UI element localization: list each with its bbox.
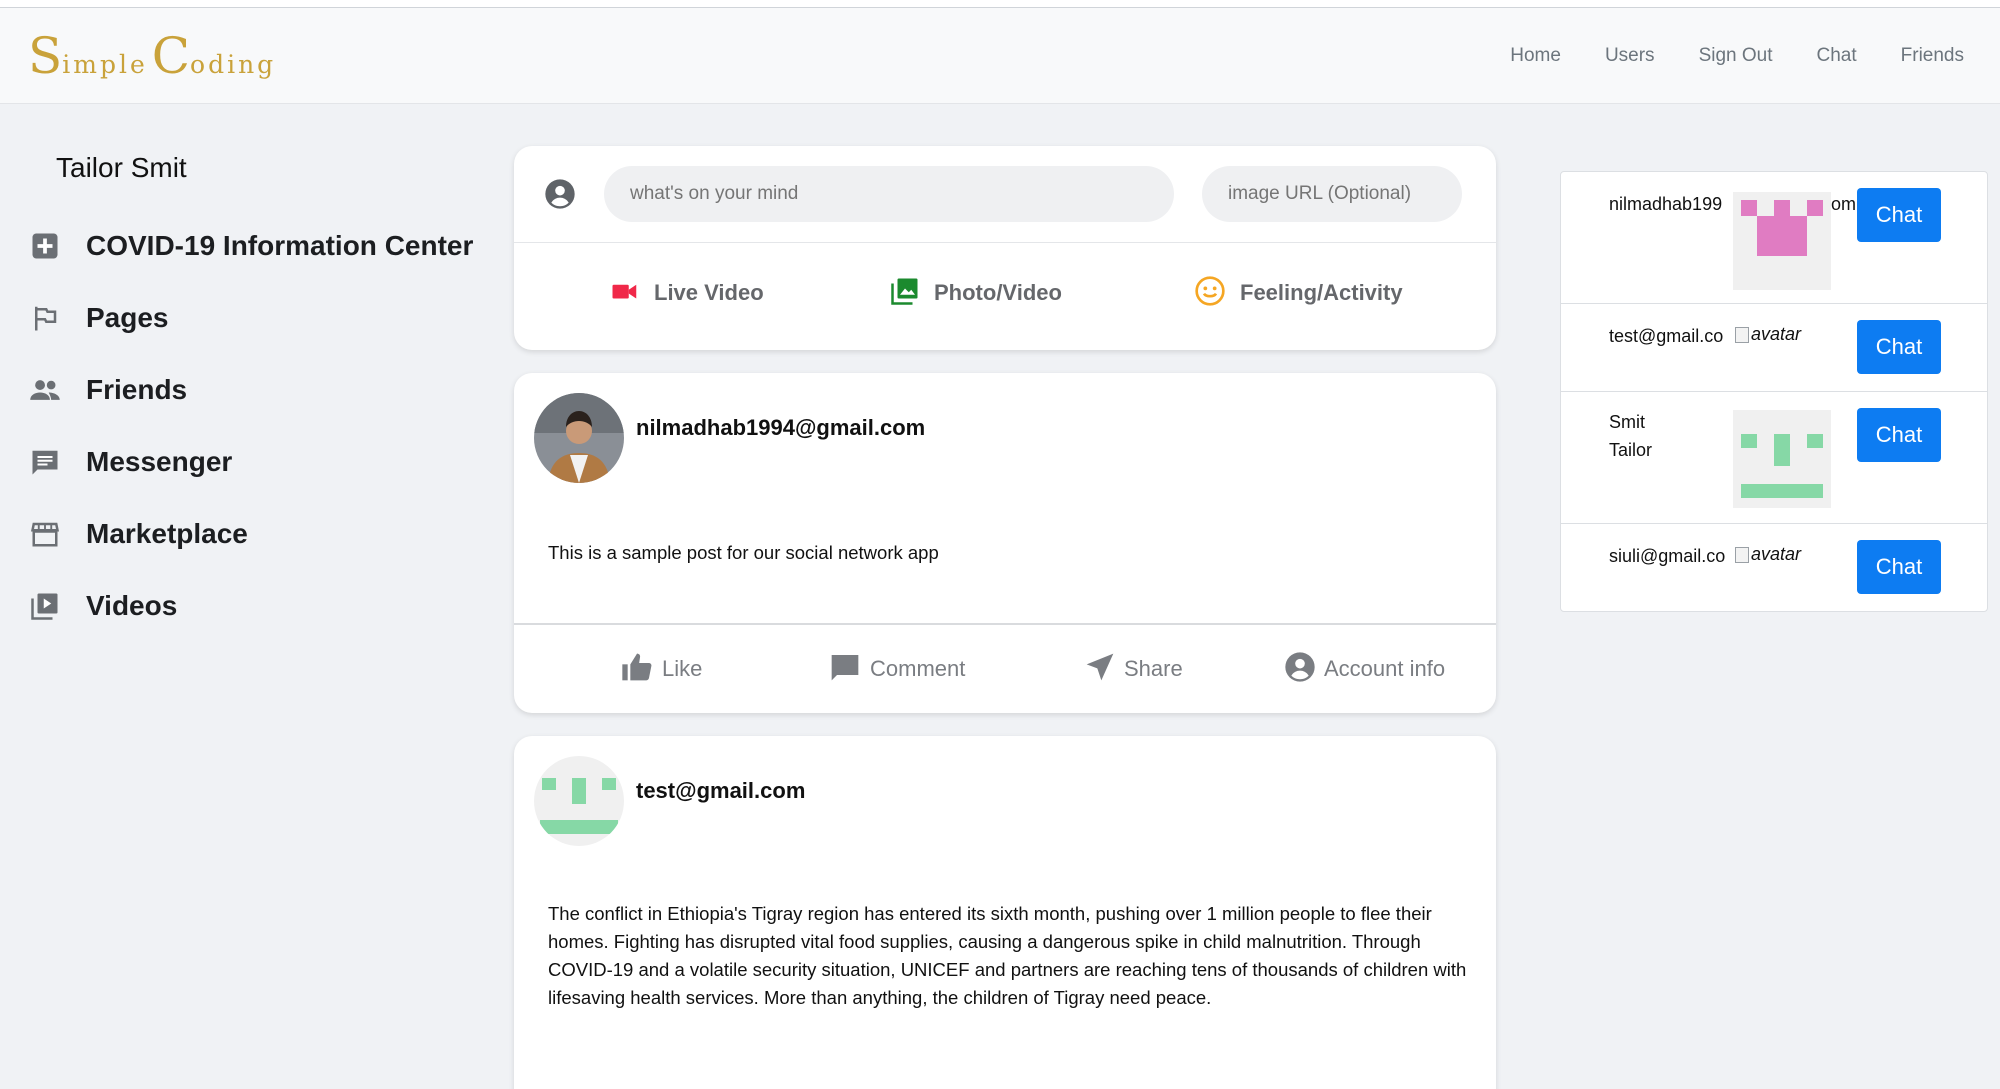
user-name: nilmadhab199	[1609, 194, 1723, 214]
avatar-alt-text: avatar	[1751, 324, 1802, 344]
sidebar-item-marketplace[interactable]: Marketplace	[28, 510, 488, 558]
users-panel: nilmadhab199 om Chat test@gmail.co avata…	[1560, 171, 1988, 612]
user-row: Smit Tailor Chat	[1561, 392, 1987, 524]
chat-button[interactable]: Chat	[1857, 408, 1941, 462]
option-label: Live Video	[654, 280, 764, 305]
thumbs-up-icon	[620, 651, 654, 688]
browser-top-edge	[0, 0, 2000, 8]
nav-friends-link[interactable]: Friends	[1901, 45, 1964, 67]
post-composer: Live Video Photo/Video Feeling/Activity	[514, 146, 1496, 350]
sidebar-item-friends[interactable]: Friends	[28, 366, 488, 414]
user-row: nilmadhab199 om Chat	[1561, 172, 1987, 304]
whats-on-your-mind-input[interactable]	[604, 166, 1174, 222]
action-label: Account info	[1324, 656, 1446, 681]
chat-button[interactable]: Chat	[1857, 540, 1941, 594]
user-name-last: Tailor	[1609, 440, 1653, 460]
identicon-avatar	[1733, 192, 1831, 290]
post-author[interactable]: test@gmail.com	[636, 778, 805, 804]
nav-users-link[interactable]: Users	[1605, 45, 1655, 67]
identicon-avatar	[1733, 410, 1831, 508]
user-name: test@gmail.co	[1609, 326, 1724, 346]
logo-word-oding: oding	[190, 50, 277, 79]
avatar[interactable]	[534, 393, 624, 483]
avatar[interactable]	[534, 756, 624, 846]
user-name: siuli@gmail.co	[1609, 546, 1726, 566]
composer-divider	[514, 242, 1496, 243]
video-library-icon	[28, 589, 62, 623]
user-name-first: Smit	[1609, 412, 1645, 432]
top-navbar: S imple C oding Home Users Sign Out Chat…	[0, 8, 2000, 104]
chat-button[interactable]: Chat	[1857, 188, 1941, 242]
chat-button[interactable]: Chat	[1857, 320, 1941, 374]
sidebar-item-pages[interactable]: Pages	[28, 294, 488, 342]
nav-chat-link[interactable]: Chat	[1817, 45, 1857, 67]
share-button[interactable]: Share	[1084, 649, 1183, 689]
brand-logo[interactable]: S imple C oding	[28, 28, 280, 84]
chat-bubble-icon	[28, 445, 62, 479]
live-video-option[interactable]: Live Video	[610, 270, 764, 316]
sidebar-item-label: Pages	[86, 302, 169, 333]
broken-image-avatar: avatar	[1735, 324, 1801, 345]
option-label: Feeling/Activity	[1240, 280, 1403, 305]
photo-library-icon	[890, 276, 920, 311]
people-icon	[28, 373, 62, 407]
store-icon	[28, 517, 62, 551]
user-row: siuli@gmail.co avatar Chat	[1561, 524, 1987, 612]
flag-icon	[28, 301, 62, 335]
image-url-input[interactable]	[1202, 166, 1462, 222]
action-label: Like	[662, 656, 703, 681]
comment-icon	[828, 651, 862, 688]
smiley-icon	[1194, 275, 1226, 312]
post-card: nilmadhab1994@gmail.com This is a sample…	[514, 373, 1496, 713]
sidebar-item-label: Videos	[86, 590, 178, 621]
broken-image-icon	[1735, 326, 1749, 343]
comment-button[interactable]: Comment	[828, 649, 965, 689]
sidebar-item-label: Friends	[86, 374, 188, 405]
user-name-overflow: om	[1831, 194, 1857, 214]
action-label: Comment	[870, 656, 966, 681]
post-text: This is a sample post for our social net…	[548, 542, 939, 563]
plus-box-icon	[28, 229, 62, 263]
account-circle-icon	[544, 178, 576, 215]
sidebar-item-messenger[interactable]: Messenger	[28, 438, 488, 486]
account-info-button[interactable]: Account info	[1284, 649, 1445, 689]
user-row: test@gmail.co avatar Chat	[1561, 304, 1987, 392]
broken-image-icon	[1735, 546, 1749, 563]
sidebar-item-label: Messenger	[86, 446, 233, 477]
post-divider	[514, 623, 1496, 625]
sidebar-item-label: Marketplace	[86, 518, 248, 549]
nav-links: Home Users Sign Out Chat Friends	[1510, 8, 2000, 104]
post-text: The conflict in Ethiopia's Tigray region…	[548, 903, 1467, 1008]
action-label: Share	[1124, 656, 1183, 681]
post-author[interactable]: nilmadhab1994@gmail.com	[636, 415, 925, 441]
post-card: test@gmail.com The conflict in Ethiopia'…	[514, 736, 1496, 1089]
account-circle-icon	[1284, 651, 1316, 688]
sidebar-user-name[interactable]: Tailor Smit	[56, 152, 187, 184]
feeling-activity-option[interactable]: Feeling/Activity	[1194, 270, 1403, 316]
nav-home-link[interactable]: Home	[1510, 45, 1561, 67]
videocam-icon	[610, 276, 640, 311]
photo-video-option[interactable]: Photo/Video	[890, 270, 1062, 316]
sidebar-item-covid[interactable]: COVID-19 Information Center	[28, 222, 488, 270]
option-label: Photo/Video	[934, 280, 1062, 305]
sidebar-item-videos[interactable]: Videos	[28, 582, 488, 630]
send-arrow-icon	[1084, 651, 1116, 688]
avatar-alt-text: avatar	[1751, 544, 1802, 564]
logo-letter-c: C	[151, 27, 191, 85]
sidebar-item-label: COVID-19 Information Center	[86, 230, 474, 261]
logo-word-imple: imple	[62, 50, 148, 79]
logo-letter-s: S	[28, 27, 63, 85]
nav-signout-link[interactable]: Sign Out	[1699, 45, 1773, 67]
like-button[interactable]: Like	[620, 649, 702, 689]
broken-image-avatar: avatar	[1735, 544, 1801, 565]
